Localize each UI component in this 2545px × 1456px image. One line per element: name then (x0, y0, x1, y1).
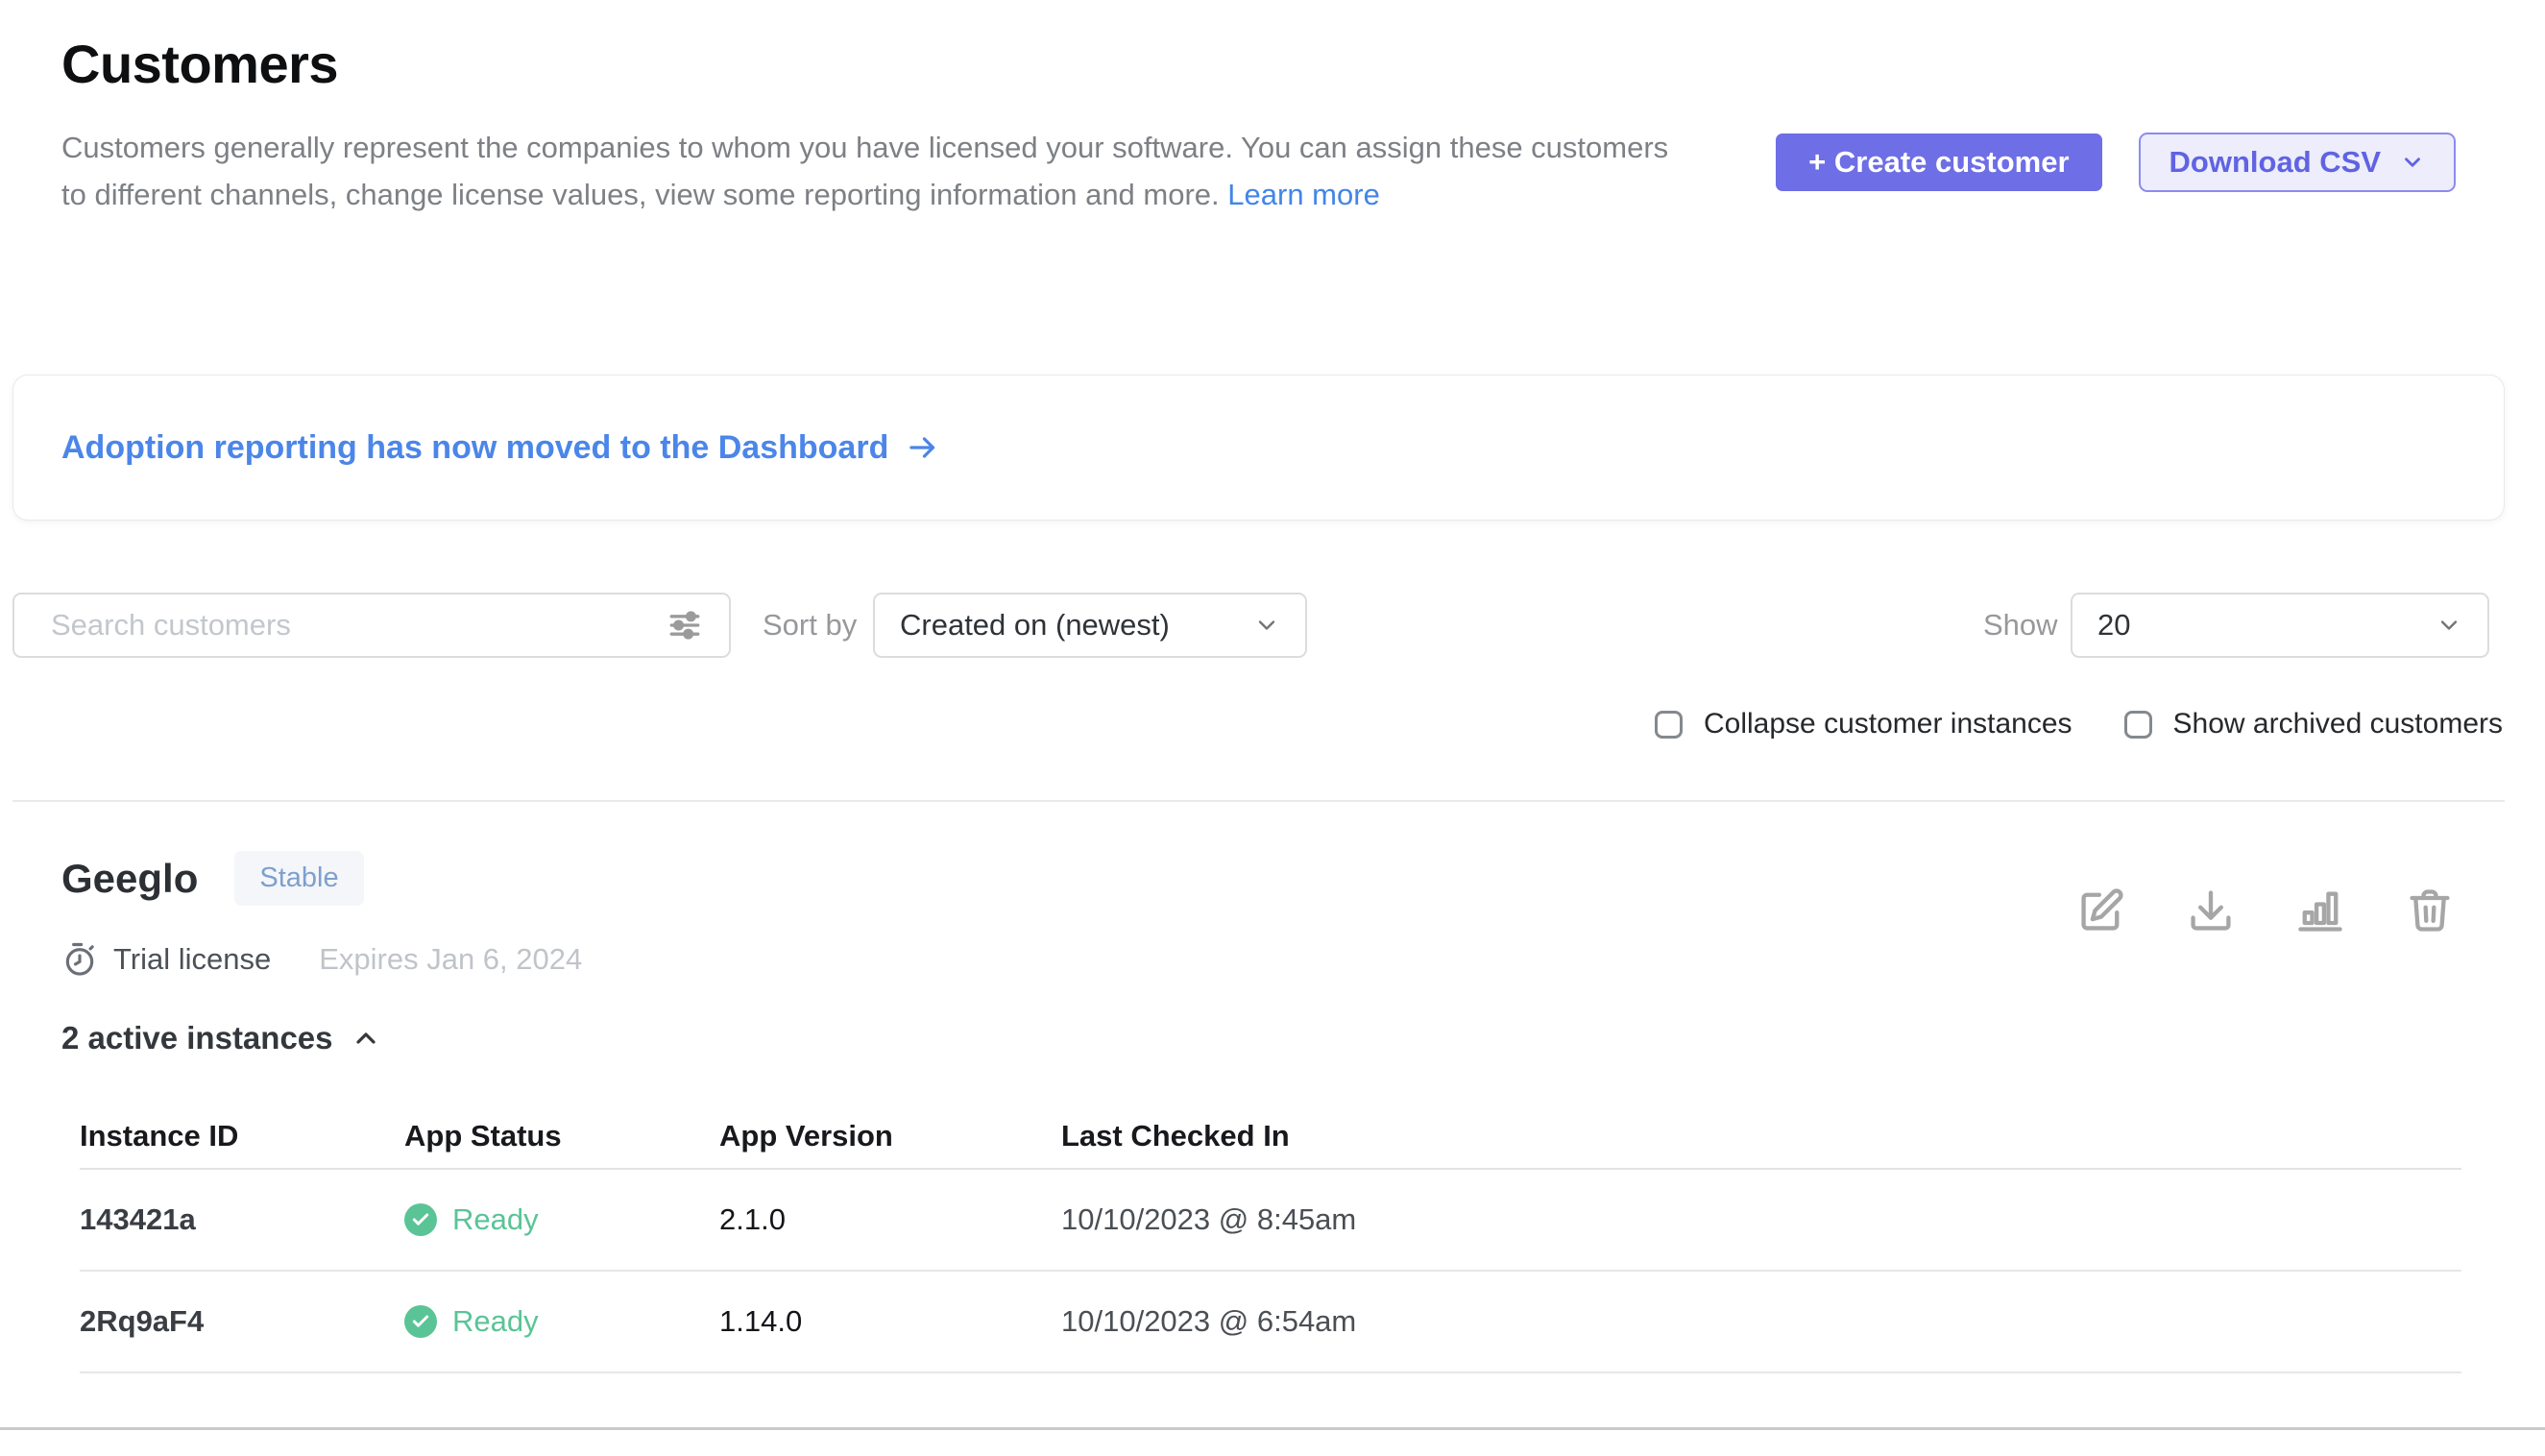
arrow-right-icon (906, 430, 940, 465)
instance-id-cell: 2Rq9aF4 (80, 1304, 404, 1339)
app-status-text: Ready (452, 1202, 539, 1237)
collapse-instances-label: Collapse customer instances (1704, 708, 2072, 740)
sort-select[interactable]: Created on (newest) (873, 593, 1307, 658)
instances-toggle-label: 2 active instances (61, 1020, 333, 1056)
download-icon (2186, 886, 2236, 935)
collapse-instances-option[interactable]: Collapse customer instances (1655, 708, 2072, 740)
edit-icon (2076, 886, 2126, 935)
show-archived-option[interactable]: Show archived customers (2124, 708, 2503, 740)
create-customer-button[interactable]: + Create customer (1776, 133, 2101, 191)
trash-icon (2405, 886, 2455, 935)
table-row: 2Rq9aF4 Ready 1.14.0 10/10/2023 @ 6:54am (80, 1272, 2461, 1373)
app-status-cell: Ready (404, 1202, 719, 1237)
filter-sliders-icon (664, 604, 706, 646)
chevron-down-icon (2400, 150, 2425, 175)
license-expiry: Expires Jan 6, 2024 (319, 942, 582, 977)
search-customers-box (12, 593, 731, 658)
app-status-text: Ready (452, 1304, 539, 1339)
sort-select-value: Created on (newest) (900, 608, 1170, 643)
check-circle-icon (404, 1305, 437, 1338)
col-header-app-version: App Version (719, 1119, 1061, 1153)
license-type: Trial license (113, 942, 271, 977)
edit-customer-button[interactable] (2076, 886, 2126, 935)
instances-table: Instance ID App Status App Version Last … (80, 1104, 2461, 1373)
chevron-down-icon (2436, 612, 2462, 639)
instances-table-header: Instance ID App Status App Version Last … (80, 1104, 2461, 1170)
col-header-last-checked-in: Last Checked In (1061, 1119, 2461, 1153)
show-select[interactable]: 20 (2071, 593, 2489, 658)
learn-more-link[interactable]: Learn more (1227, 178, 1380, 211)
caret-up-icon (351, 1023, 381, 1054)
filter-button[interactable] (664, 604, 729, 646)
col-header-app-status: App Status (404, 1119, 719, 1153)
show-archived-label: Show archived customers (2173, 708, 2503, 740)
customer-reporting-button[interactable] (2295, 886, 2345, 935)
download-csv-button[interactable]: Download CSV (2139, 133, 2456, 192)
section-divider (12, 800, 2505, 802)
adoption-banner[interactable]: Adoption reporting has now moved to the … (12, 375, 2505, 521)
search-input[interactable] (14, 595, 664, 656)
header-actions: + Create customer Download CSV (1776, 133, 2456, 192)
adoption-banner-link[interactable]: Adoption reporting has now moved to the … (61, 429, 888, 467)
download-csv-label: Download CSV (2169, 145, 2381, 180)
license-row: Trial license Expires Jan 6, 2024 (61, 941, 582, 978)
customers-page: Customers Customers generally represent … (0, 0, 2545, 1456)
show-archived-checkbox[interactable] (2124, 711, 2152, 739)
app-status-cell: Ready (404, 1304, 719, 1339)
collapse-instances-checkbox[interactable] (1655, 711, 1683, 739)
stopwatch-icon (61, 941, 98, 978)
page-header: Customers Customers generally represent … (61, 33, 1694, 218)
page-bottom-divider (0, 1427, 2545, 1430)
customer-name: Geeglo (61, 856, 198, 902)
table-row: 143421a Ready 2.1.0 10/10/2023 @ 8:45am (80, 1170, 2461, 1272)
instance-id-cell: 143421a (80, 1202, 404, 1237)
customer-actions (2076, 886, 2455, 935)
col-header-instance-id: Instance ID (80, 1119, 404, 1153)
show-label: Show (1983, 593, 2058, 658)
page-title: Customers (61, 33, 1694, 95)
delete-customer-button[interactable] (2405, 886, 2455, 935)
instances-toggle[interactable]: 2 active instances (61, 1020, 381, 1056)
show-select-value: 20 (2097, 608, 2130, 643)
page-description-text: Customers generally represent the compan… (61, 131, 1668, 211)
page-description: Customers generally represent the compan… (61, 124, 1694, 218)
last-checked-in-cell: 10/10/2023 @ 8:45am (1061, 1202, 2461, 1237)
customer-card-header: Geeglo Stable (61, 851, 364, 906)
channel-badge: Stable (234, 851, 363, 906)
list-options: Collapse customer instances Show archive… (1655, 708, 2503, 740)
app-version-cell: 1.14.0 (719, 1304, 1061, 1339)
chevron-down-icon (1253, 612, 1280, 639)
check-circle-icon (404, 1203, 437, 1236)
last-checked-in-cell: 10/10/2023 @ 6:54am (1061, 1304, 2461, 1339)
sort-by-label: Sort by (763, 593, 857, 658)
download-customer-button[interactable] (2186, 886, 2236, 935)
bar-chart-icon (2295, 886, 2345, 935)
app-version-cell: 2.1.0 (719, 1202, 1061, 1237)
list-controls: Sort by Created on (newest) Show 20 (12, 593, 2489, 658)
